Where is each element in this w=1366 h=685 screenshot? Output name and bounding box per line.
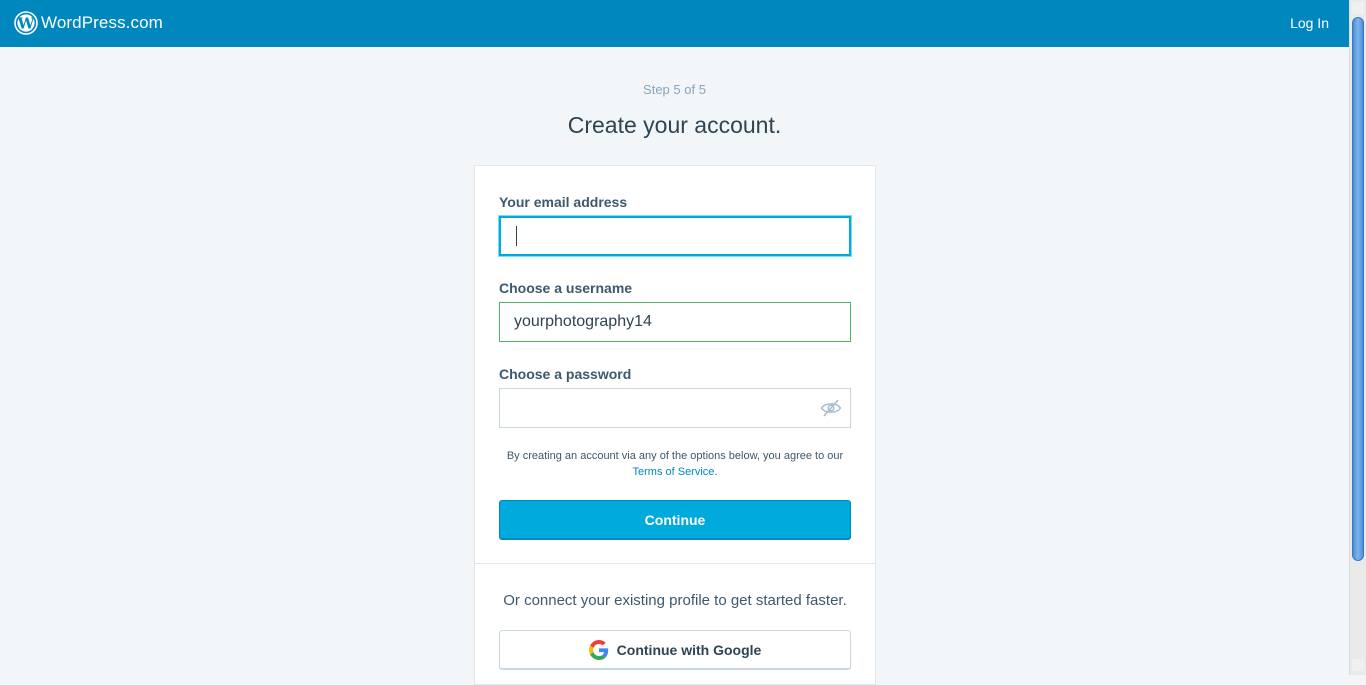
terms-text: By creating an account via any of the op…: [506, 450, 844, 462]
wordpress-logo-icon: W: [14, 11, 38, 35]
terms-of-service-link[interactable]: Terms of Service: [633, 466, 715, 478]
username-label: Choose a username: [499, 280, 633, 296]
brand-logo-link[interactable]: W WordPress.com: [14, 11, 163, 35]
password-field[interactable]: [499, 388, 851, 428]
password-label: Choose a password: [499, 366, 632, 382]
page-scrollbar[interactable]: [1349, 0, 1366, 675]
masthead: W WordPress.com Log In: [0, 0, 1349, 47]
page-title: Create your account.: [567, 112, 782, 138]
divider: [475, 563, 875, 564]
google-icon: [588, 640, 608, 660]
scroll-thumb[interactable]: [1352, 17, 1364, 561]
scroll-up-arrow[interactable]: [1352, 2, 1364, 14]
scroll-down-arrow[interactable]: [1352, 659, 1364, 671]
continue-button[interactable]: Continue: [499, 500, 851, 540]
login-link[interactable]: Log In: [1290, 15, 1329, 31]
username-field-value: yourphotography14: [514, 313, 652, 330]
email-field[interactable]: [499, 216, 851, 256]
brand-name: WordPress.com: [41, 13, 163, 32]
terms-notice: By creating an account via any of the op…: [499, 448, 851, 480]
social-connect-text: Or connect your existing profile to get …: [503, 592, 847, 609]
email-label: Your email address: [499, 194, 628, 210]
step-indicator: Step 5 of 5: [643, 82, 706, 97]
eye-hidden-icon[interactable]: [820, 398, 842, 423]
terms-period: .: [714, 466, 718, 478]
google-button-label: Continue with Google: [616, 642, 762, 658]
continue-with-google-button[interactable]: Continue with Google: [499, 630, 851, 670]
signup-card: Your email address Choose a username you…: [474, 165, 876, 685]
text-caret: [516, 226, 517, 246]
username-field[interactable]: yourphotography14: [499, 302, 851, 342]
svg-text:W: W: [17, 14, 36, 32]
